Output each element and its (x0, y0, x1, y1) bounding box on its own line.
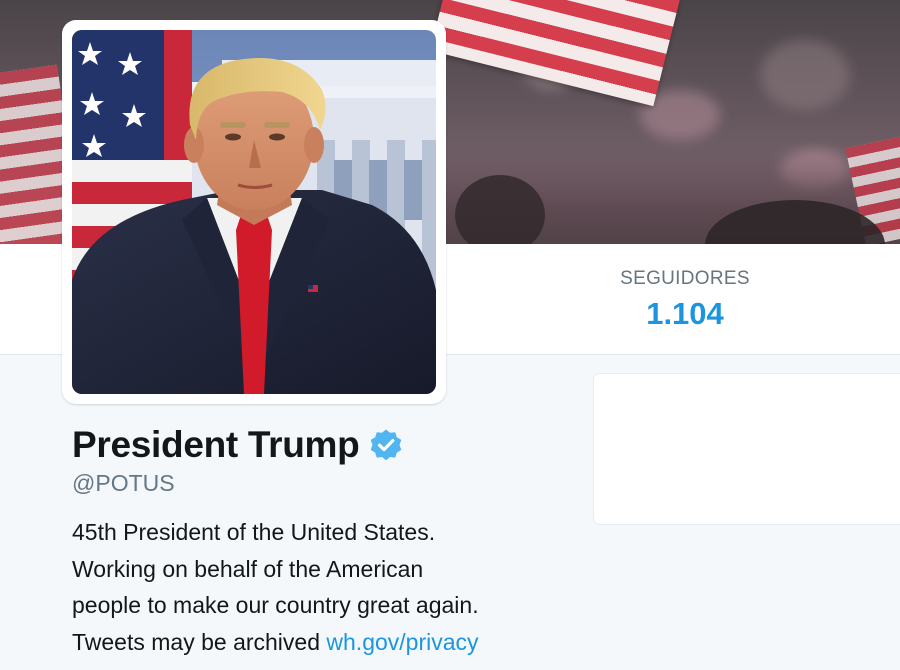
bio-line: 45th President of the United States. (72, 519, 436, 545)
profile-page: SEGUIDORES 1.104 President Trump @POTUS … (0, 0, 900, 670)
avatar-photo (72, 30, 436, 394)
bio-line: people to make our country great again. (72, 592, 479, 618)
bio-line: Working on behalf of the American (72, 555, 424, 582)
privacy-link[interactable]: wh.gov/privacy (326, 629, 478, 655)
profile-name[interactable]: President Trump (72, 424, 360, 466)
bio-line-last: Tweets may be archived wh.gov/privacy (72, 624, 592, 661)
banner-flag (430, 0, 680, 107)
banner-bokeh (760, 40, 850, 110)
profile-avatar[interactable] (62, 20, 446, 404)
bio-line-text: Tweets may be archived (72, 628, 327, 655)
followers-stat[interactable]: SEGUIDORES 1.104 (590, 268, 780, 332)
verified-badge-icon[interactable] (369, 428, 403, 462)
followers-count: 1.104 (646, 296, 724, 331)
profile-handle[interactable]: @POTUS (72, 470, 175, 497)
avatar-portrait-image (72, 30, 436, 394)
sidebar-card (593, 373, 900, 525)
followers-label: SEGUIDORES (620, 268, 750, 289)
profile-bio: 45th President of the United States. Wor… (72, 514, 592, 660)
profile-name-row: President Trump (72, 424, 403, 466)
